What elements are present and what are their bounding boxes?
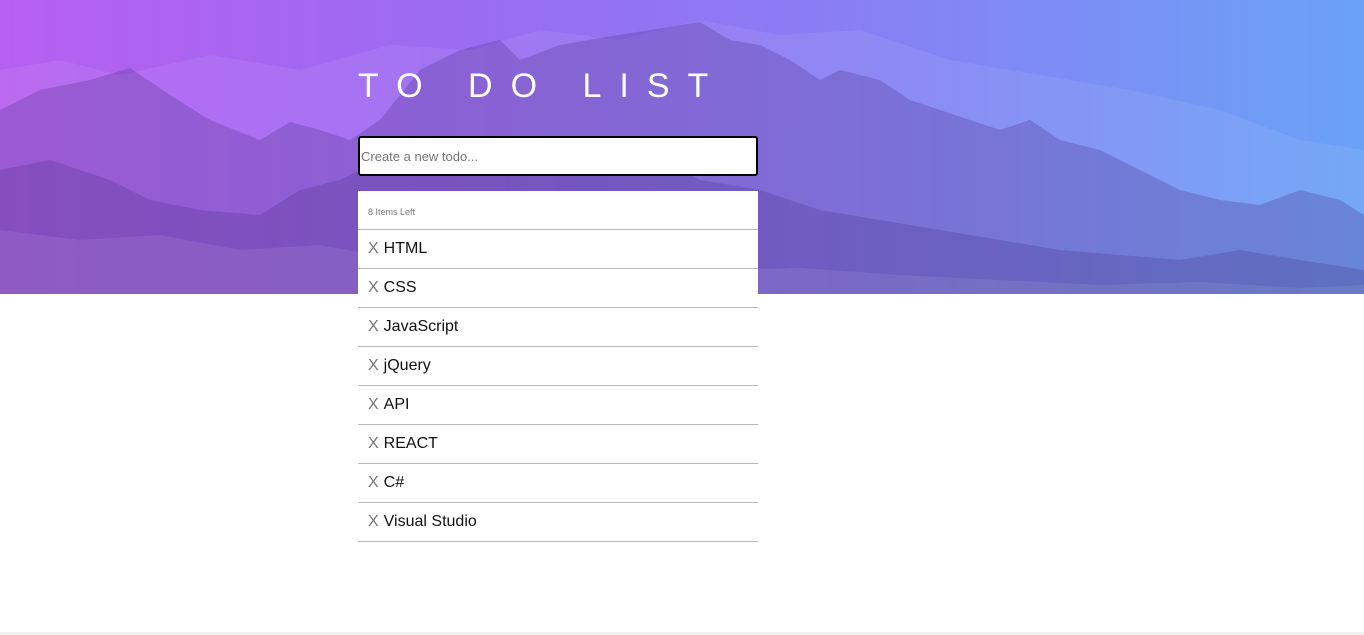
- page-title: TO DO LIST: [358, 67, 727, 105]
- delete-icon[interactable]: X: [368, 318, 379, 336]
- new-todo-input[interactable]: [358, 136, 758, 176]
- todo-item-javascript[interactable]: X JavaScript: [358, 308, 758, 347]
- todo-list-panel: 8 Items Left X HTML X CSS X JavaScript X…: [358, 191, 758, 542]
- delete-icon[interactable]: X: [368, 435, 379, 453]
- todo-item-html[interactable]: X HTML: [358, 230, 758, 269]
- delete-icon[interactable]: X: [368, 396, 379, 414]
- todo-item-label: CSS: [383, 279, 417, 296]
- todo-item-css[interactable]: X CSS: [358, 269, 758, 308]
- delete-icon[interactable]: X: [368, 357, 379, 375]
- delete-icon[interactable]: X: [368, 240, 379, 258]
- todo-item-label: Visual Studio: [383, 513, 477, 530]
- todo-item-label: C#: [383, 474, 405, 491]
- todo-item-label: HTML: [383, 240, 428, 257]
- delete-icon[interactable]: X: [368, 513, 379, 531]
- todo-item-label: API: [383, 396, 410, 413]
- todo-item-csharp[interactable]: X C#: [358, 464, 758, 503]
- todo-item-label: REACT: [383, 435, 438, 452]
- todo-item-api[interactable]: X API: [358, 386, 758, 425]
- delete-icon[interactable]: X: [368, 279, 379, 297]
- items-left-count: 8 Items Left: [358, 191, 758, 230]
- delete-icon[interactable]: X: [368, 474, 379, 492]
- todo-item-label: JavaScript: [383, 318, 459, 335]
- todo-item-jquery[interactable]: X jQuery: [358, 347, 758, 386]
- todo-item-label: jQuery: [383, 357, 431, 374]
- todo-item-visual-studio[interactable]: X Visual Studio: [358, 503, 758, 542]
- todo-item-react[interactable]: X REACT: [358, 425, 758, 464]
